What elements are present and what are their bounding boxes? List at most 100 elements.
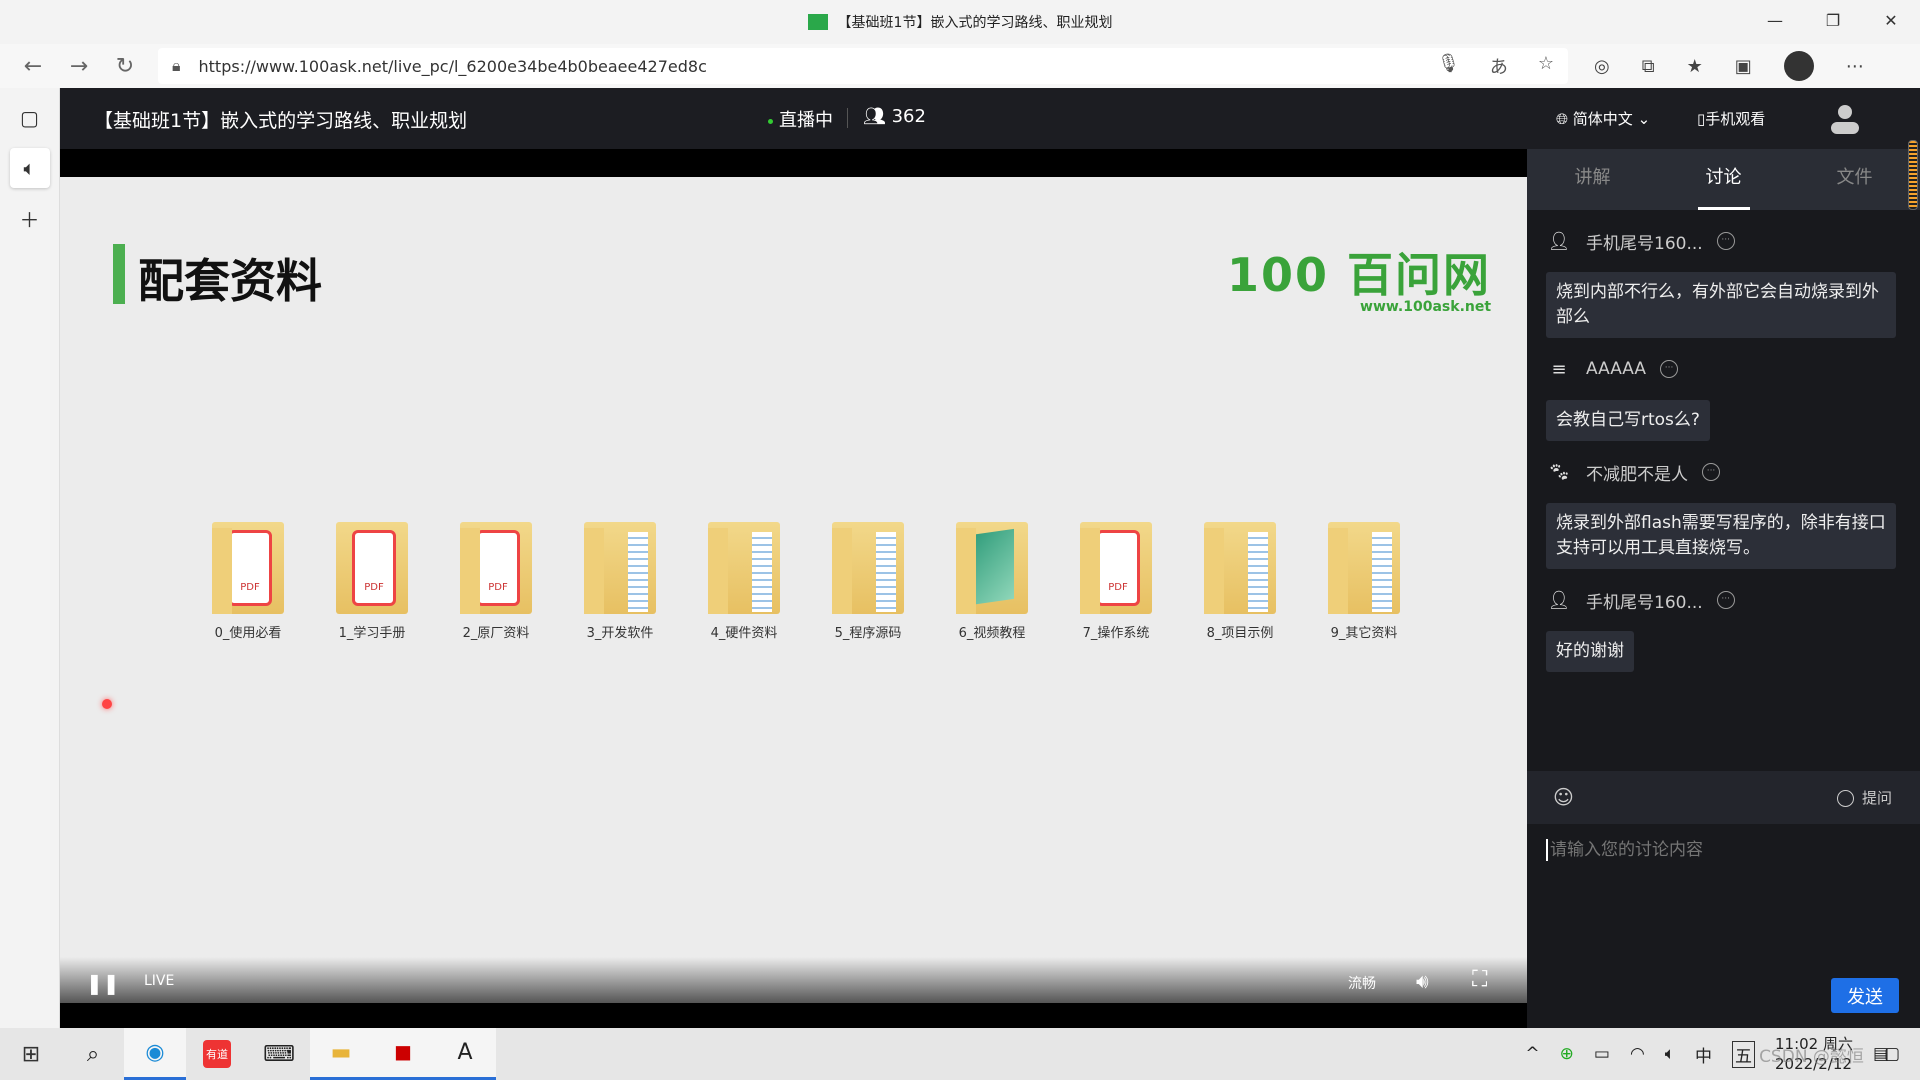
start-icon[interactable]: ⊞ <box>0 1028 62 1080</box>
more-options-icon[interactable]: ··· <box>1716 591 1735 609</box>
microphone-icon[interactable]: 🎙︎ <box>1437 53 1460 79</box>
pause-button[interactable]: ❚❚ <box>86 971 120 995</box>
folder-item: 6_视频教程 <box>930 522 1054 641</box>
chat-user: 👤︎ 手机尾号160... ··· <box>1546 587 1900 613</box>
folder-label: 8_项目示例 <box>1206 626 1274 641</box>
profile-avatar[interactable] <box>1783 51 1814 81</box>
page-header: 【基础班1节】嵌入式的学习路线、职业规划 直播中 👥︎ 362 🌐︎ 简体中文 … <box>60 88 1920 149</box>
tab-actions-icon[interactable]: ▢ <box>10 98 50 138</box>
folder-label: 7_操作系统 <box>1082 626 1150 641</box>
battery-icon[interactable]: ▭ <box>1594 1044 1610 1064</box>
back-button[interactable]: ← <box>10 54 56 79</box>
url-text[interactable]: https://www.100ask.net/live_pc/l_6200e34… <box>199 57 707 76</box>
address-bar[interactable]: 🔒︎ https://www.100ask.net/live_pc/l_6200… <box>158 48 1568 84</box>
ime-indicator[interactable]: 中 <box>1695 1042 1712 1067</box>
chat-user: 👤︎ 手机尾号160... ··· <box>1546 228 1900 254</box>
lock-icon: 🔒︎ <box>172 56 181 75</box>
volume-tray-icon[interactable]: 🔈︎ <box>1665 1044 1675 1064</box>
site-favicon <box>807 14 828 30</box>
minimize-button[interactable]: — <box>1746 0 1804 40</box>
acrobat-icon[interactable]: ◼ <box>372 1028 434 1080</box>
slide-heading: 配套资料 <box>138 254 322 308</box>
chat-message: 烧录到外部flash需要写程序的，除非有接口支持可以用工具直接烧写。 <box>1546 503 1896 569</box>
user-avatar-icon: 👤︎ <box>1547 589 1571 611</box>
viewer-count: 👥︎ 362 <box>863 106 926 127</box>
app-icon[interactable]: A <box>434 1028 496 1080</box>
address-toolbar: ← → ↻ 🔒︎ https://www.100ask.net/live_pc/… <box>0 44 1920 88</box>
maximize-button[interactable]: ❐ <box>1804 0 1862 40</box>
more-options-icon[interactable]: ··· <box>1660 360 1679 378</box>
add-favorite-icon[interactable]: ☆ <box>1538 53 1554 79</box>
discussion-input[interactable] <box>1546 839 1906 861</box>
search-icon[interactable]: ⌕ <box>62 1028 124 1080</box>
chat-message: 好的谢谢 <box>1546 631 1634 672</box>
folder-icon: PDF <box>336 522 408 614</box>
mobile-watch-button[interactable]: ▯手机观看 <box>1697 108 1765 129</box>
more-icon[interactable]: ⋯ <box>1846 56 1864 77</box>
folder-item: PDF 7_操作系统 <box>1054 522 1178 641</box>
collections-icon[interactable]: ▣ <box>1735 56 1752 77</box>
folder-icon: PDF <box>460 522 532 614</box>
folder-item: 3_开发软件 <box>558 522 682 641</box>
wifi-icon[interactable]: ◠ <box>1630 1044 1645 1064</box>
folder-label: 0_使用必看 <box>214 626 282 641</box>
panel-tabs: 讲解 讨论 文件 <box>1527 149 1920 210</box>
volume-icon[interactable]: 🔊︎ <box>1416 969 1429 993</box>
security-icon[interactable]: ⊕ <box>1560 1044 1574 1064</box>
discussion-panel: 讲解 讨论 文件 👤︎ 手机尾号160... ··· 烧到内部不行么，有外部它会自动烧… <box>1527 149 1920 1028</box>
close-button[interactable]: ✕ <box>1862 0 1920 40</box>
fullscreen-icon[interactable]: ⛶ <box>1472 967 1487 992</box>
send-button[interactable]: 发送 <box>1831 978 1899 1013</box>
edge-icon[interactable]: ◉ <box>124 1028 186 1080</box>
tab-lecture[interactable]: 讲解 <box>1527 149 1658 210</box>
extensions-icon[interactable]: ⧉ <box>1642 56 1655 77</box>
live-label: LIVE <box>144 973 175 989</box>
folder-label: 5_程序源码 <box>834 626 902 641</box>
chat-list[interactable]: 👤︎ 手机尾号160... ··· 烧到内部不行么，有外部它会自动烧录到外部么 ≡ AAA… <box>1527 228 1920 672</box>
translate-icon[interactable]: あ <box>1490 53 1508 79</box>
folder-icon <box>1204 522 1276 614</box>
favorites-icon[interactable]: ★ <box>1687 56 1703 77</box>
folder-grid: PDF 0_使用必看 PDF 1_学习手册 PDF 2_原厂资料 3_开发软件 4_硬件资料 5… <box>186 522 1426 641</box>
more-options-icon[interactable]: ··· <box>1702 463 1720 481</box>
add-icon[interactable]: ＋ <box>10 198 50 238</box>
scrollbar[interactable] <box>1908 140 1918 210</box>
tab-discussion[interactable]: 讨论 <box>1658 149 1789 210</box>
tracking-icon[interactable]: ◎ <box>1594 56 1610 77</box>
chevron-down-icon: ⌄ <box>1632 110 1651 128</box>
speaker-icon[interactable]: 🔈︎ <box>9 148 50 188</box>
folder-icon <box>1328 522 1400 614</box>
page-title: 【基础班1节】嵌入式的学习路线、职业规划 <box>94 110 468 132</box>
tab-files[interactable]: 文件 <box>1789 149 1920 210</box>
youdao-icon[interactable]: 有道 <box>186 1028 248 1080</box>
user-icon[interactable] <box>1828 102 1862 136</box>
ime-mode[interactable]: 五 <box>1732 1040 1755 1068</box>
input-toolbar: ☺ 提问 <box>1527 771 1920 824</box>
window-titlebar: 【基础班1节】嵌入式的学习路线、职业规划 — ❐ ✕ <box>0 0 1920 44</box>
language-select[interactable]: 🌐︎ 简体中文 ⌄ <box>1556 108 1650 129</box>
notification-icon[interactable]: ▢ <box>1884 1044 1900 1064</box>
video-player[interactable]: 配套资料 100 百问网 www.100ask.net PDF 0_使用必看 PDF… <box>60 149 1527 1028</box>
file-explorer-icon[interactable]: ▬ <box>310 1028 372 1080</box>
100ask-logo: 100 百问网 www.100ask.net <box>1227 248 1492 315</box>
chat-message: 烧到内部不行么，有外部它会自动烧录到外部么 <box>1546 272 1896 338</box>
divider <box>847 108 848 128</box>
ask-question-toggle[interactable]: 提问 <box>1837 787 1892 808</box>
chevron-up-icon[interactable]: ^ <box>1525 1044 1539 1064</box>
window-title: 【基础班1节】嵌入式的学习路线、职业规划 <box>837 15 1113 31</box>
viewer-count-value: 362 <box>891 106 926 127</box>
emoji-icon[interactable]: ☺ <box>1553 785 1574 809</box>
user-avatar-icon: 🐾︎ <box>1547 461 1571 483</box>
folder-item: 4_硬件资料 <box>682 522 806 641</box>
forward-button[interactable]: → <box>56 54 102 79</box>
username: 不减肥不是人 <box>1586 464 1688 485</box>
slide-content: 配套资料 100 百问网 www.100ask.net PDF 0_使用必看 PDF… <box>60 177 1527 1003</box>
list-item: 会教自己写rtos么? <box>1546 382 1900 441</box>
quality-select[interactable]: 流畅 <box>1348 973 1376 993</box>
folder-item: 5_程序源码 <box>806 522 930 641</box>
more-options-icon[interactable]: ··· <box>1716 232 1735 250</box>
globe-icon: 🌐︎ <box>1556 110 1573 128</box>
refresh-button[interactable]: ↻ <box>102 54 148 79</box>
language-label: 简体中文 <box>1572 110 1633 128</box>
keyboard-app-icon[interactable]: ⌨ <box>248 1028 310 1080</box>
